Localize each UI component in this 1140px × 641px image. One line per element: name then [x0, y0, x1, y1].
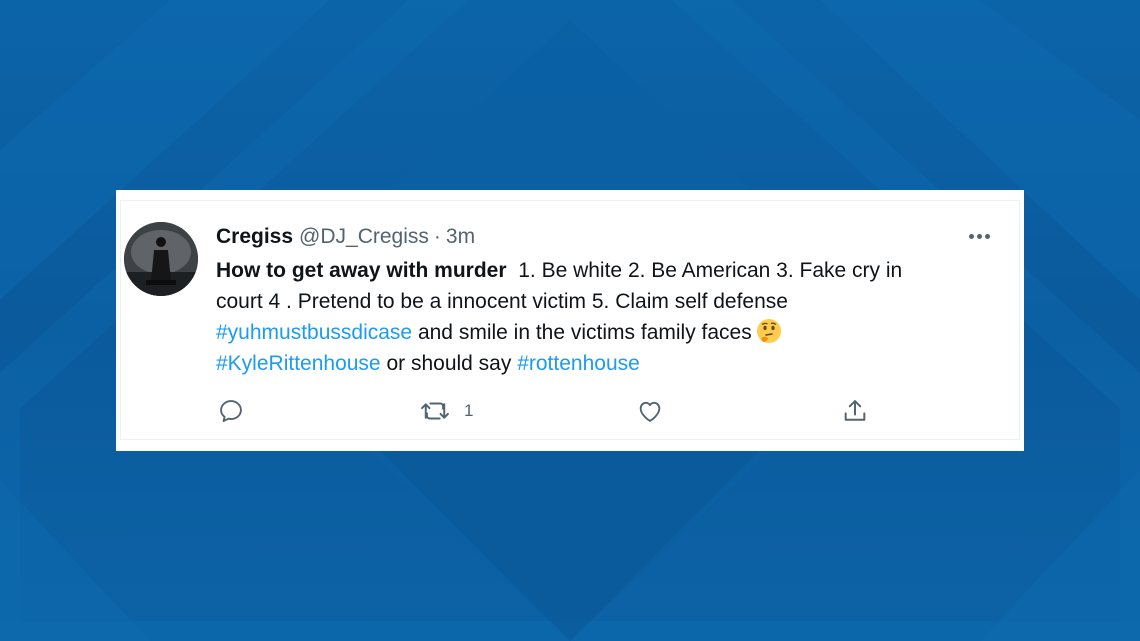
avatar[interactable] — [124, 222, 198, 296]
tweet-text-segment: or should say — [386, 352, 512, 375]
like-button[interactable] — [636, 396, 664, 426]
reply-icon — [220, 400, 242, 422]
tweet-text-line-3: #yuhmustbussdicase and smile in the vict… — [216, 317, 996, 348]
tweet-text-segment: court 4 . Pretend to be a innocent victi… — [216, 290, 788, 313]
reply-button[interactable] — [217, 396, 245, 426]
retweet-button[interactable]: 1 — [420, 396, 473, 426]
tweet-bold-intro: How to get away with murder — [216, 259, 507, 282]
tweet-text-line-1: How to get away with murder 1. Be white … — [216, 255, 996, 286]
heart-icon — [639, 401, 661, 422]
user-handle[interactable]: @DJ_Cregiss — [299, 225, 429, 249]
tweet-text: How to get away with murder 1. Be white … — [216, 255, 996, 379]
tweet-header: Cregiss @DJ_Cregiss · 3m — [216, 222, 475, 252]
tweet-text-line-2: court 4 . Pretend to be a innocent victi… — [216, 286, 996, 317]
hashtag-link[interactable]: #yuhmustbussdicase — [216, 321, 412, 344]
retweet-count: 1 — [464, 401, 474, 420]
thinking-face-emoji — [756, 319, 781, 343]
tweet-text-line-4: #KyleRittenhouse or should say #rottenho… — [216, 348, 996, 379]
separator-dot: · — [433, 225, 441, 248]
display-name[interactable]: Cregiss — [216, 225, 293, 249]
timestamp[interactable]: 3m — [446, 225, 475, 249]
share-icon — [844, 400, 866, 421]
hashtag-link[interactable]: #KyleRittenhouse — [216, 352, 381, 375]
share-button[interactable] — [841, 396, 869, 426]
retweet-icon — [421, 402, 449, 420]
hashtag-link[interactable]: #rottenhouse — [517, 352, 640, 375]
tweet-text-segment: and smile in the victims family faces — [417, 321, 752, 344]
more-button[interactable] — [964, 226, 994, 246]
tweet-actions: 1 — [0, 396, 1140, 426]
tweet-text-segment: 1. Be white 2. Be American 3. Fake cry i… — [518, 259, 903, 282]
more-icon — [968, 233, 974, 239]
avatar-image — [124, 222, 198, 296]
